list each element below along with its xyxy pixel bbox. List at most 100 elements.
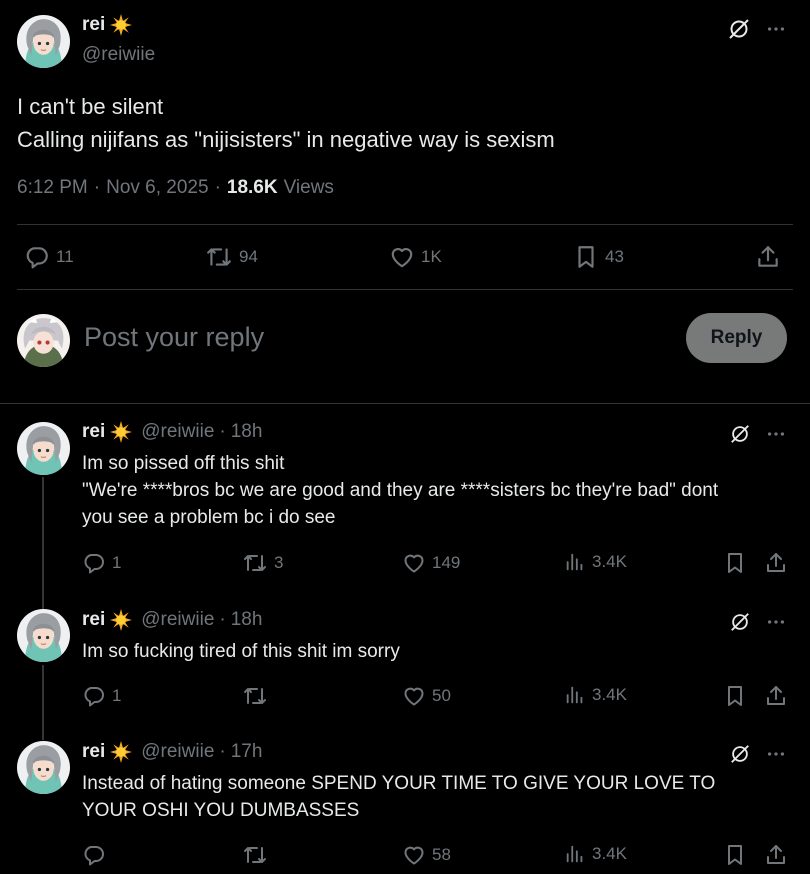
grok-icon[interactable] (729, 743, 751, 765)
bookmark-icon (573, 244, 599, 270)
sun-icon (110, 14, 132, 36)
repost-icon (205, 244, 233, 270)
like-action[interactable]: 50 (402, 684, 451, 708)
reply-age[interactable]: 18h (231, 421, 263, 443)
reply-action[interactable] (82, 843, 112, 867)
sun-icon (110, 421, 132, 443)
meta-separator: · (219, 609, 226, 630)
reply-count: 11 (56, 247, 74, 266)
repost-action[interactable]: 3 (242, 551, 283, 575)
reply-author-name[interactable]: rei (82, 609, 105, 631)
repost-action[interactable] (242, 684, 274, 708)
like-action[interactable]: 58 (402, 843, 451, 867)
reply-header: rei @reiwiie · 17h (82, 741, 262, 763)
heart-icon (402, 551, 426, 575)
views-action[interactable]: 3.4K (564, 551, 627, 573)
meta-separator: · (219, 741, 226, 762)
share-icon (764, 551, 788, 575)
current-user-avatar[interactable] (17, 314, 70, 367)
sun-icon (110, 741, 132, 763)
views-action[interactable]: 3.4K (564, 684, 627, 706)
share-action[interactable] (764, 551, 788, 575)
author-name[interactable]: rei (82, 14, 105, 36)
author-avatar[interactable] (17, 15, 70, 68)
like-count: 50 (432, 686, 451, 705)
share-action[interactable] (764, 684, 788, 708)
reply-age[interactable]: 18h (231, 609, 263, 631)
bookmark-icon (723, 684, 747, 708)
meta-separator: · (93, 177, 101, 198)
more-icon[interactable] (765, 423, 787, 445)
share-icon (764, 684, 788, 708)
reply-avatar[interactable] (17, 741, 70, 794)
repost-action[interactable] (242, 843, 274, 867)
reply-icon (82, 684, 106, 708)
post-text: I can't be silent Calling nijifans as "n… (17, 90, 555, 156)
reply-icon (24, 244, 50, 270)
like-action[interactable]: 149 (402, 551, 460, 575)
views-count: 3.4K (592, 552, 627, 571)
repost-count: 3 (274, 553, 284, 572)
reply-age[interactable]: 17h (231, 741, 263, 763)
more-icon[interactable] (765, 743, 787, 765)
reply-action[interactable]: 1 (82, 684, 121, 708)
meta-separator: · (214, 177, 221, 198)
views-count: 3.4K (592, 844, 627, 863)
share-icon (755, 244, 781, 270)
bookmark-action[interactable] (723, 684, 747, 708)
bookmark-icon (723, 551, 747, 575)
author-name-row[interactable]: rei (82, 14, 132, 36)
reply-author-handle[interactable]: @reiwiie (141, 609, 214, 631)
post-time[interactable]: 6:12 PM (17, 177, 88, 199)
reply-icon (82, 843, 106, 867)
like-action[interactable]: 1K (389, 244, 442, 270)
heart-icon (389, 244, 415, 270)
views-icon (564, 684, 586, 706)
post-date[interactable]: Nov 6, 2025 (106, 177, 208, 199)
reply-avatar[interactable] (17, 609, 70, 662)
views-count: 18.6K (226, 177, 278, 198)
bookmark-count: 43 (605, 247, 624, 266)
like-count: 149 (432, 553, 461, 572)
share-action[interactable] (764, 843, 788, 867)
more-icon[interactable] (765, 611, 787, 633)
grok-icon[interactable] (729, 423, 751, 445)
reply-avatar[interactable] (17, 422, 70, 475)
reply-action[interactable]: 11 (24, 244, 74, 270)
thread-connector (42, 665, 44, 740)
views-action[interactable]: 3.4K (564, 843, 627, 865)
repost-icon (242, 843, 268, 867)
share-action[interactable] (755, 244, 781, 270)
reply-author-handle[interactable]: @reiwiie (141, 421, 214, 443)
reply-author-name[interactable]: rei (82, 421, 105, 443)
bookmark-icon (723, 843, 747, 867)
heart-icon (402, 684, 426, 708)
reply-input[interactable]: Post your reply (84, 322, 664, 353)
views-icon (564, 551, 586, 573)
reply-count: 1 (112, 686, 122, 705)
reply-action[interactable]: 1 (82, 551, 121, 575)
grok-icon[interactable] (727, 17, 751, 41)
repost-action[interactable]: 94 (205, 244, 258, 270)
sun-icon (110, 609, 132, 631)
repost-count: 94 (239, 247, 258, 266)
divider (17, 224, 793, 225)
repost-icon (242, 551, 268, 575)
heart-icon (402, 843, 426, 867)
reply-author-name[interactable]: rei (82, 741, 105, 763)
post-text-line: Calling nijifans as "nijisisters" in neg… (17, 127, 555, 152)
grok-icon[interactable] (729, 611, 751, 633)
reply-author-handle[interactable]: @reiwiie (141, 741, 214, 763)
views-label: Views (283, 177, 334, 198)
reply-text: Im so fucking tired of this shit im sorr… (82, 641, 400, 662)
meta-separator: · (219, 421, 226, 442)
author-handle[interactable]: @reiwiie (82, 44, 155, 66)
views-icon (564, 843, 586, 865)
bookmark-action[interactable] (723, 551, 747, 575)
bookmark-action[interactable]: 43 (573, 244, 624, 270)
bookmark-action[interactable] (723, 843, 747, 867)
reply-button[interactable]: Reply (686, 313, 787, 363)
more-icon[interactable] (765, 18, 787, 40)
thread-connector (42, 477, 44, 609)
share-icon (764, 843, 788, 867)
